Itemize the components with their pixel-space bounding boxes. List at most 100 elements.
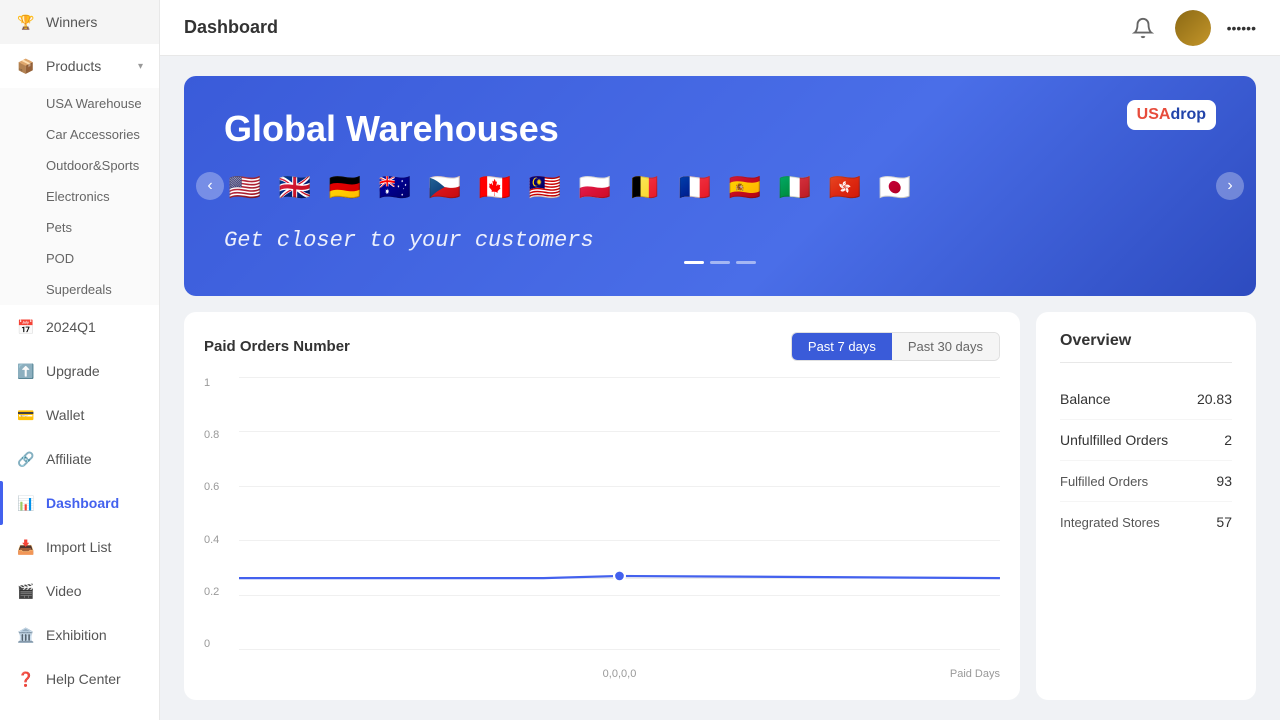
grid-line-5 xyxy=(239,595,1000,596)
chart-header: Paid Orders Number Past 7 days Past 30 d… xyxy=(204,332,1000,361)
submenu-superdeals[interactable]: Superdeals xyxy=(0,274,159,305)
dashboard-icon: 📊 xyxy=(16,493,36,513)
paid-days-label: Paid Days xyxy=(950,668,1000,680)
submenu-pets[interactable]: Pets xyxy=(0,212,159,243)
sidebar-item-exhibition[interactable]: 🏛️ Exhibition xyxy=(0,613,159,657)
sidebar-item-import-list[interactable]: 📥 Import List xyxy=(0,525,159,569)
sidebar-item-help-center[interactable]: ❓ Help Center xyxy=(0,657,159,701)
chart-card: Paid Orders Number Past 7 days Past 30 d… xyxy=(184,312,1020,700)
user-avatar[interactable] xyxy=(1175,10,1211,46)
banner-dot-3[interactable] xyxy=(736,261,756,264)
y-label-02: 0.2 xyxy=(204,586,234,598)
sidebar-label-winners: Winners xyxy=(46,14,143,30)
overview-value-fulfilled: 93 xyxy=(1216,473,1232,489)
banner-title: Global Warehouses xyxy=(224,108,1216,150)
affiliate-icon: 🔗 xyxy=(16,449,36,469)
chart-area: 1 0.8 0.6 0.4 0.2 0 xyxy=(204,377,1000,680)
sidebar-item-affiliate[interactable]: 🔗 Affiliate xyxy=(0,437,159,481)
main-content: ‹ › USAdrop Global Warehouses 🇺🇸 🇬🇧 🇩🇪 🇦… xyxy=(160,56,1280,720)
avatar-image xyxy=(1175,10,1211,46)
sidebar-label-wallet: Wallet xyxy=(46,407,143,423)
y-label-06: 0.6 xyxy=(204,481,234,493)
submenu-car-accessories[interactable]: Car Accessories xyxy=(0,119,159,150)
tab-7days[interactable]: Past 7 days xyxy=(792,333,892,360)
flag-it: 🇮🇹 xyxy=(774,166,816,208)
upgrade-icon: ⬆️ xyxy=(16,361,36,381)
overview-label-fulfilled: Fulfilled Orders xyxy=(1060,474,1148,489)
2024q1-icon: 📅 xyxy=(16,317,36,337)
submenu-pod[interactable]: POD xyxy=(0,243,159,274)
flag-be: 🇧🇪 xyxy=(624,166,666,208)
wallet-icon: 💳 xyxy=(16,405,36,425)
overview-item-integrated: Integrated Stores 57 xyxy=(1060,502,1232,542)
flag-pl: 🇵🇱 xyxy=(574,166,616,208)
y-label-04: 0.4 xyxy=(204,534,234,546)
overview-label-balance: Balance xyxy=(1060,391,1111,407)
flag-jp: 🇯🇵 xyxy=(874,166,916,208)
overview-item-balance: Balance 20.83 xyxy=(1060,379,1232,420)
x-label: 0,0,0,0 xyxy=(603,668,637,680)
winners-icon: 🏆 xyxy=(16,12,36,32)
chart-body xyxy=(239,377,1000,650)
sidebar-label-video: Video xyxy=(46,583,143,599)
overview-item-fulfilled: Fulfilled Orders 93 xyxy=(1060,461,1232,502)
banner-subtitle: Get closer to your customers xyxy=(224,228,1216,253)
banner-dot-1[interactable] xyxy=(684,261,704,264)
submenu-outdoor-sports[interactable]: Outdoor&Sports xyxy=(0,150,159,181)
overview-label-unfulfilled: Unfulfilled Orders xyxy=(1060,432,1168,448)
sidebar-label-help-center: Help Center xyxy=(46,671,143,687)
chart-svg xyxy=(239,377,1000,584)
video-icon: 🎬 xyxy=(16,581,36,601)
page-title: Dashboard xyxy=(184,17,278,38)
flag-fr: 🇫🇷 xyxy=(674,166,716,208)
banner: ‹ › USAdrop Global Warehouses 🇺🇸 🇬🇧 🇩🇪 🇦… xyxy=(184,76,1256,296)
bottom-row: Paid Orders Number Past 7 days Past 30 d… xyxy=(184,312,1256,700)
x-axis-area: 0,0,0,0 xyxy=(239,668,1000,680)
sidebar-label-exhibition: Exhibition xyxy=(46,627,143,643)
sidebar-item-products[interactable]: 📦 Products ▾ xyxy=(0,44,159,88)
sidebar-label-affiliate: Affiliate xyxy=(46,451,143,467)
sidebar-item-2024q1[interactable]: 📅 2024Q1 xyxy=(0,305,159,349)
overview-value-unfulfilled: 2 xyxy=(1224,432,1232,448)
submenu-usa-warehouse[interactable]: USA Warehouse xyxy=(0,88,159,119)
chevron-down-icon: ▾ xyxy=(138,61,143,72)
tab-30days[interactable]: Past 30 days xyxy=(892,333,999,360)
y-label-0: 0 xyxy=(204,638,234,650)
sidebar-item-dashboard[interactable]: 📊 Dashboard xyxy=(0,481,159,525)
overview-label-integrated: Integrated Stores xyxy=(1060,515,1160,530)
overview-value-balance: 20.83 xyxy=(1197,391,1232,407)
y-label-1: 1 xyxy=(204,377,234,389)
header: Dashboard •••••• xyxy=(160,0,1280,56)
flag-au: 🇦🇺 xyxy=(374,166,416,208)
banner-next-button[interactable]: › xyxy=(1216,172,1244,200)
overview-divider xyxy=(1060,362,1232,363)
sidebar-label-upgrade: Upgrade xyxy=(46,363,143,379)
submenu-electronics[interactable]: Electronics xyxy=(0,181,159,212)
username-label: •••••• xyxy=(1227,20,1256,36)
chart-title: Paid Orders Number xyxy=(204,338,350,355)
flag-gb: 🇬🇧 xyxy=(274,166,316,208)
flag-us: 🇺🇸 xyxy=(224,166,266,208)
flag-ca: 🇨🇦 xyxy=(474,166,516,208)
grid-line-6 xyxy=(239,649,1000,650)
sidebar-label-2024q1: 2024Q1 xyxy=(46,319,143,335)
products-icon: 📦 xyxy=(16,56,36,76)
overview-card: Overview Balance 20.83 Unfulfilled Order… xyxy=(1036,312,1256,700)
sidebar-item-winners[interactable]: 🏆 Winners xyxy=(0,0,159,44)
y-label-08: 0.8 xyxy=(204,429,234,441)
sidebar-item-wallet[interactable]: 💳 Wallet xyxy=(0,393,159,437)
sidebar-item-upgrade[interactable]: ⬆️ Upgrade xyxy=(0,349,159,393)
header-actions: •••••• xyxy=(1127,10,1256,46)
main-area: Dashboard •••••• ‹ › USAdrop Global Ware… xyxy=(160,0,1280,720)
sidebar-label-dashboard: Dashboard xyxy=(46,495,143,511)
sidebar-item-video[interactable]: 🎬 Video xyxy=(0,569,159,613)
sidebar-label-import-list: Import List xyxy=(46,539,143,555)
notification-bell[interactable] xyxy=(1127,12,1159,44)
flag-es: 🇪🇸 xyxy=(724,166,766,208)
sidebar: 🏆 Winners 📦 Products ▾ USA Warehouse Car… xyxy=(0,0,160,720)
banner-logo: USAdrop xyxy=(1127,100,1216,130)
flags-row: 🇺🇸 🇬🇧 🇩🇪 🇦🇺 🇨🇿 🇨🇦 🇲🇾 🇵🇱 🇧🇪 🇫🇷 🇪🇸 🇮🇹 🇭🇰 🇯… xyxy=(224,166,1216,208)
chart-tab-group: Past 7 days Past 30 days xyxy=(791,332,1000,361)
banner-prev-button[interactable]: ‹ xyxy=(196,172,224,200)
banner-dot-2[interactable] xyxy=(710,261,730,264)
